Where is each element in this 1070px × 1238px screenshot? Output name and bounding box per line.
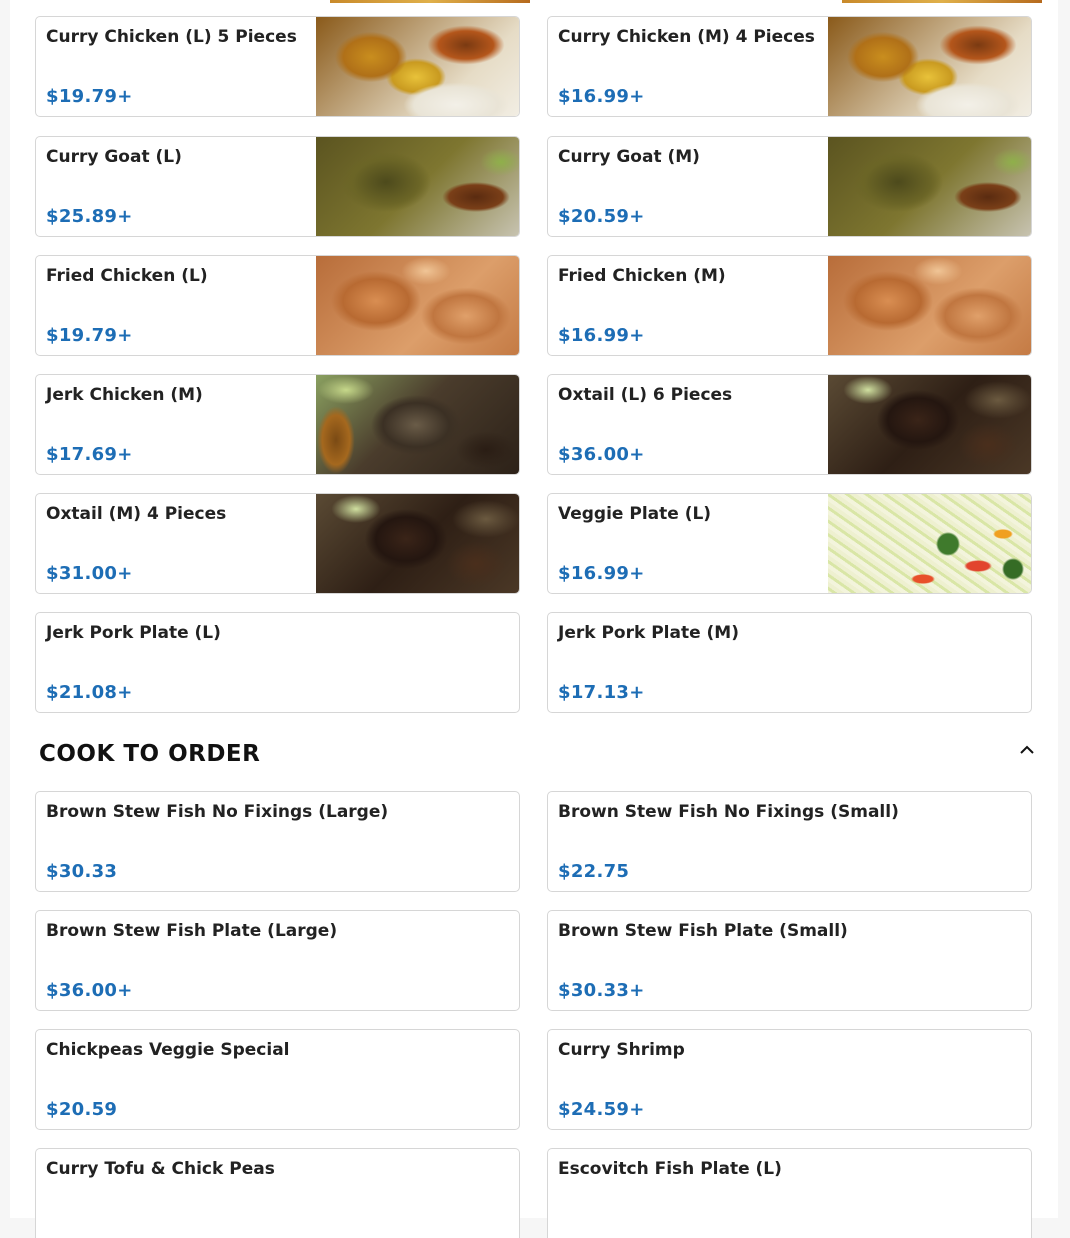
jerk-chicken-photo (316, 375, 519, 474)
menu-item-price: $25.89+ (46, 206, 133, 227)
menu-item-card[interactable]: Curry Goat (M) $20.59+ (547, 136, 1032, 237)
curry-chicken-photo (316, 17, 519, 116)
menu-item-price: $31.00+ (46, 563, 133, 584)
menu-item-name: Brown Stew Fish Plate (Large) (46, 921, 338, 941)
menu-item-price: $16.99+ (558, 563, 645, 584)
menu-item-name: Brown Stew Fish Plate (Small) (558, 921, 848, 941)
menu-item-name: Fried Chicken (L) (46, 266, 208, 286)
menu-item-card[interactable]: Chickpeas Veggie Special $20.59 (35, 1029, 520, 1130)
menu-item-card[interactable]: Jerk Pork Plate (L) $21.08+ (35, 612, 520, 713)
menu-item-card[interactable]: Veggie Plate (L) $16.99+ (547, 493, 1032, 594)
menu-item-card[interactable]: Oxtail (L) 6 Pieces $36.00+ (547, 374, 1032, 475)
menu-item-card[interactable]: Brown Stew Fish Plate (Large) $36.00+ (35, 910, 520, 1011)
curry-goat-photo (316, 137, 519, 236)
menu-item-price: $22.75 (558, 861, 630, 882)
menu-item-name: Curry Chicken (M) 4 Pieces (558, 27, 815, 47)
menu-item-price: $30.33 (46, 861, 118, 882)
chevron-up-icon[interactable] (1016, 738, 1038, 760)
menu-item-price: $16.99+ (558, 325, 645, 346)
menu-item-price: $17.69+ (46, 444, 133, 465)
menu-item-name: Jerk Chicken (M) (46, 385, 203, 405)
menu-item-card[interactable]: Jerk Pork Plate (M) $17.13+ (547, 612, 1032, 713)
menu-item-name: Oxtail (M) 4 Pieces (46, 504, 227, 524)
menu-item-price: $19.79+ (46, 86, 133, 107)
curry-goat-photo (828, 137, 1031, 236)
previous-item-photo-edge (330, 0, 530, 3)
menu-page: Curry Chicken (L) 5 Pieces $19.79+ Curry… (10, 0, 1058, 1238)
menu-item-name: Curry Shrimp (558, 1040, 685, 1060)
menu-item-card[interactable]: Brown Stew Fish No Fixings (Small) $22.7… (547, 791, 1032, 892)
menu-item-card[interactable]: Brown Stew Fish Plate (Small) $30.33+ (547, 910, 1032, 1011)
section-title-cook-to-order: COOK TO ORDER (39, 741, 261, 767)
menu-item-card[interactable]: Curry Shrimp $24.59+ (547, 1029, 1032, 1130)
fried-chicken-photo (316, 256, 519, 355)
menu-item-name: Fried Chicken (M) (558, 266, 726, 286)
menu-item-price: $30.33+ (558, 980, 645, 1001)
menu-item-price: $21.08+ (46, 682, 133, 703)
previous-item-photo-edge (842, 0, 1042, 3)
menu-item-name: Curry Tofu & Chick Peas (46, 1159, 275, 1179)
menu-item-name: Oxtail (L) 6 Pieces (558, 385, 733, 405)
veggie-photo (828, 494, 1031, 593)
menu-item-price: $24.59+ (558, 1099, 645, 1120)
menu-item-card[interactable]: Fried Chicken (M) $16.99+ (547, 255, 1032, 356)
menu-item-card[interactable]: Fried Chicken (L) $19.79+ (35, 255, 520, 356)
menu-item-name: Brown Stew Fish No Fixings (Large) (46, 802, 389, 822)
menu-item-name: Brown Stew Fish No Fixings (Small) (558, 802, 899, 822)
menu-item-price: $36.00+ (46, 980, 133, 1001)
menu-item-card[interactable]: Curry Chicken (M) 4 Pieces $16.99+ (547, 16, 1032, 117)
oxtail-photo (828, 375, 1031, 474)
menu-item-card[interactable]: Curry Chicken (L) 5 Pieces $19.79+ (35, 16, 520, 117)
fried-chicken-photo (828, 256, 1031, 355)
menu-item-name: Escovitch Fish Plate (L) (558, 1159, 782, 1179)
menu-item-price: $20.59 (46, 1099, 118, 1120)
menu-item-card[interactable]: Brown Stew Fish No Fixings (Large) $30.3… (35, 791, 520, 892)
menu-item-card[interactable]: Curry Tofu & Chick Peas (35, 1148, 520, 1238)
curry-chicken-photo (828, 17, 1031, 116)
menu-item-name: Veggie Plate (L) (558, 504, 712, 524)
menu-item-price: $17.13+ (558, 682, 645, 703)
oxtail-photo (316, 494, 519, 593)
menu-item-name: Chickpeas Veggie Special (46, 1040, 290, 1060)
menu-item-card[interactable]: Curry Goat (L) $25.89+ (35, 136, 520, 237)
menu-item-card[interactable]: Oxtail (M) 4 Pieces $31.00+ (35, 493, 520, 594)
menu-item-card[interactable]: Escovitch Fish Plate (L) (547, 1148, 1032, 1238)
menu-item-name: Jerk Pork Plate (M) (558, 623, 739, 643)
menu-item-price: $20.59+ (558, 206, 645, 227)
menu-item-price: $16.99+ (558, 86, 645, 107)
menu-item-name: Curry Goat (M) (558, 147, 700, 167)
menu-item-name: Jerk Pork Plate (L) (46, 623, 221, 643)
menu-item-price: $19.79+ (46, 325, 133, 346)
menu-item-name: Curry Chicken (L) 5 Pieces (46, 27, 297, 47)
menu-item-price: $36.00+ (558, 444, 645, 465)
menu-item-name: Curry Goat (L) (46, 147, 182, 167)
menu-item-card[interactable]: Jerk Chicken (M) $17.69+ (35, 374, 520, 475)
